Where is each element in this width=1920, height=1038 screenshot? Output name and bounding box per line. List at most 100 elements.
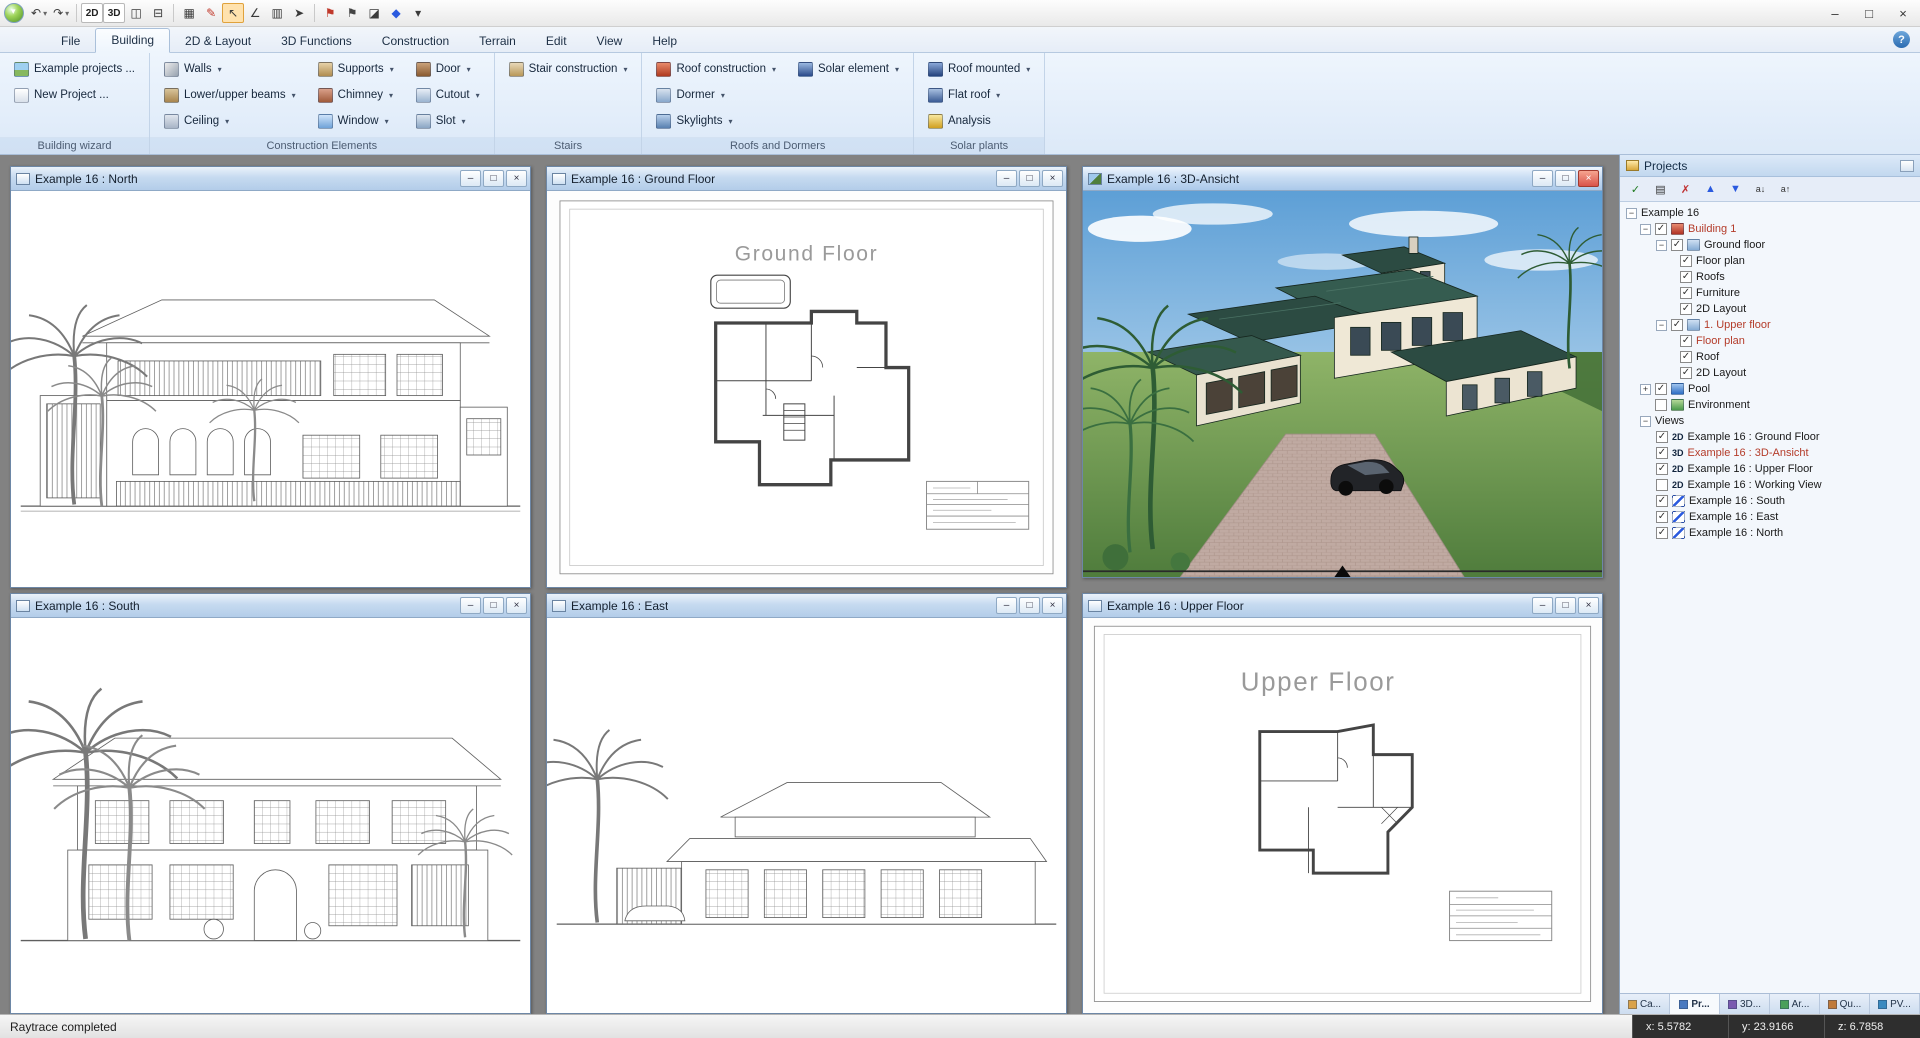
- tree-item-furniture[interactable]: Furniture: [1622, 285, 1918, 301]
- ribbon-item-roof-construction[interactable]: Roof construction ▾: [652, 57, 780, 81]
- dropdown-arrow-icon[interactable]: ▾: [895, 65, 899, 74]
- ground-floor-plan-canvas[interactable]: Ground Floor: [547, 191, 1066, 587]
- upper-floor-plan-canvas[interactable]: Upper Floor: [1083, 618, 1602, 1013]
- south-elevation-canvas[interactable]: [11, 618, 530, 1013]
- cascade-windows-button[interactable]: ⊟: [147, 3, 169, 23]
- dropdown-arrow-icon[interactable]: ▾: [623, 65, 627, 74]
- panel-tab-quantities[interactable]: Qu...: [1820, 994, 1870, 1014]
- dropdown-arrow-icon[interactable]: ▾: [390, 65, 394, 74]
- tree-item-views[interactable]: Views: [1622, 413, 1918, 429]
- minimize-button[interactable]: –: [460, 170, 481, 187]
- maximize-button[interactable]: □: [1019, 170, 1040, 187]
- tree-item-building-1[interactable]: Building 1: [1622, 221, 1918, 237]
- close-button[interactable]: ×: [1042, 597, 1063, 614]
- dropdown-arrow-icon[interactable]: ▾: [772, 65, 776, 74]
- tree-item-view-ground-floor[interactable]: 2D Example 16 : Ground Floor: [1622, 429, 1918, 445]
- minimize-button[interactable]: –: [996, 170, 1017, 187]
- grid-toggle-button[interactable]: ▦: [178, 3, 200, 23]
- redo-button[interactable]: ↷: [50, 3, 72, 23]
- window-titlebar[interactable]: Example 16 : 3D-Ansicht – □ ×: [1083, 167, 1602, 191]
- tree-item-view-3d-ansicht[interactable]: 3D Example 16 : 3D-Ansicht: [1622, 445, 1918, 461]
- sort-descending-button[interactable]: a↑: [1774, 180, 1797, 199]
- eraser-tool-button[interactable]: ◪: [363, 3, 385, 23]
- tab-view[interactable]: View: [582, 30, 638, 53]
- dropdown-arrow-icon[interactable]: ▾: [218, 65, 222, 74]
- tree-item-view-working-view[interactable]: 2D Example 16 : Working View: [1622, 477, 1918, 493]
- collapse-icon[interactable]: [1656, 240, 1667, 251]
- sort-ascending-button[interactable]: a↓: [1749, 180, 1772, 199]
- tree-item-roofs[interactable]: Roofs: [1622, 269, 1918, 285]
- checkbox[interactable]: [1656, 447, 1668, 459]
- north-elevation-canvas[interactable]: [11, 191, 530, 587]
- expand-icon[interactable]: [1640, 384, 1651, 395]
- checkbox[interactable]: [1655, 383, 1667, 395]
- tab-2d-layout[interactable]: 2D & Layout: [170, 30, 266, 53]
- window-titlebar[interactable]: Example 16 : East – □ ×: [547, 594, 1066, 618]
- ribbon-item-door[interactable]: Door ▾: [412, 57, 484, 81]
- checkbox[interactable]: [1656, 431, 1668, 443]
- dropdown-arrow-icon[interactable]: ▾: [225, 117, 229, 126]
- checkbox[interactable]: [1680, 271, 1692, 283]
- dropdown-arrow-icon[interactable]: ▾: [385, 117, 389, 126]
- collapse-icon[interactable]: [1626, 208, 1637, 219]
- minimize-button[interactable]: –: [996, 597, 1017, 614]
- dropdown-arrow-icon[interactable]: ▾: [467, 65, 471, 74]
- tree-item-view-north[interactable]: Example 16 : North: [1622, 525, 1918, 541]
- checkbox[interactable]: [1656, 479, 1668, 491]
- help-icon[interactable]: ?: [1893, 31, 1910, 48]
- tree-item-floor-plan[interactable]: Floor plan: [1622, 253, 1918, 269]
- tree-item-environment[interactable]: Environment: [1622, 397, 1918, 413]
- checkbox[interactable]: [1680, 367, 1692, 379]
- measure-tool-button[interactable]: ∠: [244, 3, 266, 23]
- tree-item-view-upper-floor[interactable]: 2D Example 16 : Upper Floor: [1622, 461, 1918, 477]
- app-logo-icon[interactable]: [4, 3, 24, 23]
- minimize-window-button[interactable]: –: [1818, 0, 1852, 26]
- new-2d-view-button[interactable]: 2D: [81, 3, 103, 23]
- dropdown-arrow-icon[interactable]: ▾: [389, 91, 393, 100]
- 3d-viewport[interactable]: [1083, 191, 1602, 577]
- window-titlebar[interactable]: Example 16 : South – □ ×: [11, 594, 530, 618]
- close-button[interactable]: ×: [1042, 170, 1063, 187]
- close-button[interactable]: ×: [506, 597, 527, 614]
- maximize-button[interactable]: □: [483, 597, 504, 614]
- tab-file[interactable]: File: [46, 30, 95, 53]
- checkbox[interactable]: [1656, 463, 1668, 475]
- ribbon-item-stair-construction[interactable]: Stair construction ▾: [505, 57, 632, 81]
- ribbon-item-slot[interactable]: Slot ▾: [412, 109, 484, 133]
- panel-tab-catalog[interactable]: Ca...: [1620, 994, 1670, 1014]
- flag-marker-button[interactable]: ⚑: [319, 3, 341, 23]
- snap-tool-button[interactable]: ◆: [385, 3, 407, 23]
- close-button[interactable]: ×: [506, 170, 527, 187]
- minimize-button[interactable]: –: [1532, 597, 1553, 614]
- properties-button[interactable]: ▤: [1649, 180, 1672, 199]
- checkbox[interactable]: [1656, 527, 1668, 539]
- checkbox[interactable]: [1656, 495, 1668, 507]
- collapse-icon[interactable]: [1640, 224, 1651, 235]
- maximize-button[interactable]: □: [1555, 597, 1576, 614]
- checkbox[interactable]: [1680, 335, 1692, 347]
- ribbon-item-skylights[interactable]: Skylights ▾: [652, 109, 780, 133]
- confirm-button[interactable]: ✓: [1624, 180, 1647, 199]
- ribbon-item-walls[interactable]: Walls ▾: [160, 57, 300, 81]
- tab-edit[interactable]: Edit: [531, 30, 582, 53]
- panel-pin-icon[interactable]: [1900, 160, 1914, 172]
- tree-item-view-south[interactable]: Example 16 : South: [1622, 493, 1918, 509]
- window-titlebar[interactable]: Example 16 : North – □ ×: [11, 167, 530, 191]
- checkbox[interactable]: [1655, 399, 1667, 411]
- dropdown-arrow-icon[interactable]: ▾: [1026, 65, 1030, 74]
- dropdown-arrow-icon[interactable]: ▾: [996, 91, 1000, 100]
- maximize-button[interactable]: □: [1019, 597, 1040, 614]
- dropdown-arrow-icon[interactable]: ▾: [462, 117, 466, 126]
- close-button[interactable]: ×: [1578, 170, 1599, 187]
- window-titlebar[interactable]: Example 16 : Ground Floor – □ ×: [547, 167, 1066, 191]
- ribbon-item-lower-upper-beams[interactable]: Lower/upper beams ▾: [160, 83, 300, 107]
- panel-tab-pv[interactable]: PV...: [1870, 994, 1920, 1014]
- redline-tool-button[interactable]: ✎: [200, 3, 222, 23]
- ribbon-item-ceiling[interactable]: Ceiling ▾: [160, 109, 300, 133]
- close-window-button[interactable]: ×: [1886, 0, 1920, 26]
- dropdown-arrow-icon[interactable]: ▾: [292, 91, 296, 100]
- tree-item-view-east[interactable]: Example 16 : East: [1622, 509, 1918, 525]
- ribbon-item-roof-mounted[interactable]: Roof mounted ▾: [924, 57, 1034, 81]
- tree-item-upper-roof[interactable]: Roof: [1622, 349, 1918, 365]
- tab-help[interactable]: Help: [637, 30, 692, 53]
